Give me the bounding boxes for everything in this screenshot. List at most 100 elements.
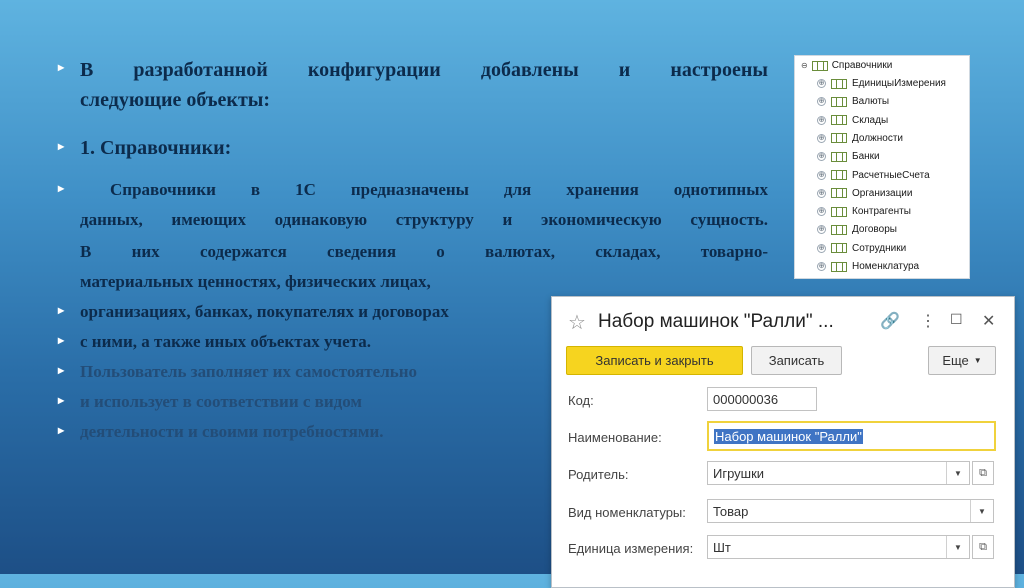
- kind-label: Вид номенклатуры:: [568, 505, 686, 520]
- table-icon: [831, 115, 847, 126]
- tree-root[interactable]: ⊖ Справочники: [801, 60, 892, 71]
- table-icon: [831, 188, 847, 199]
- more-button-label: Еще: [942, 353, 969, 368]
- code-label: Код:: [568, 393, 594, 408]
- tree-item-label: Сотрудники: [852, 242, 907, 254]
- name-field[interactable]: Набор машинок "Ралли": [707, 421, 996, 451]
- table-icon: [831, 170, 847, 180]
- tree-item-label: Договоры: [852, 224, 897, 236]
- expand-icon[interactable]: ⊕: [817, 243, 826, 253]
- tree-item[interactable]: ⊕ Контрагенты: [817, 206, 911, 217]
- table-icon: [831, 261, 847, 272]
- tree-item[interactable]: ⊕ Договоры: [817, 224, 897, 235]
- bullet-icon: ▸: [58, 423, 65, 437]
- text-line: Справочники в 1С предназначены для хране…: [110, 180, 768, 199]
- kind-select[interactable]: Товар ▼: [707, 499, 994, 523]
- text-line: материальных ценностях, физических лицах…: [80, 272, 431, 291]
- open-icon[interactable]: ⧉: [972, 461, 994, 485]
- tree-item[interactable]: ⊕ Валюты: [817, 96, 889, 107]
- text-line: организациях, банках, покупателях и дого…: [80, 302, 449, 321]
- table-icon: [831, 78, 847, 89]
- table-icon: [831, 96, 847, 107]
- tree-item-label: Должности: [852, 132, 904, 144]
- section-heading: 1. Справочники:: [80, 137, 232, 159]
- dropdown-icon[interactable]: ▼: [946, 536, 969, 558]
- tree-item[interactable]: ⊕ Организации: [817, 188, 912, 199]
- expand-icon[interactable]: ⊕: [817, 188, 826, 198]
- unit-label: Единица измерения:: [568, 541, 694, 556]
- expand-icon[interactable]: ⊕: [817, 207, 826, 217]
- tree-item-label: ЕдиницыИзмерения: [852, 78, 946, 89]
- tree-item-label: Номенклатура: [852, 261, 920, 272]
- bullet-icon: ▸: [58, 303, 65, 317]
- more-vertical-icon[interactable]: ⋮: [920, 311, 936, 331]
- maximize-icon[interactable]: ☐: [950, 311, 963, 328]
- expand-icon[interactable]: ⊕: [817, 262, 826, 271]
- table-icon: [831, 243, 847, 254]
- kind-value: Товар: [713, 503, 749, 519]
- open-icon[interactable]: ⧉: [972, 535, 994, 559]
- more-button[interactable]: Еще ▼: [928, 346, 996, 375]
- tree-item[interactable]: ⊕ Банки: [817, 151, 880, 162]
- bullet-icon: ▸: [58, 139, 65, 153]
- text-line: с ними, а также иных объектах учета.: [80, 332, 371, 351]
- save-button[interactable]: Записать: [751, 346, 842, 375]
- expand-icon[interactable]: ⊕: [817, 133, 826, 143]
- save-and-close-button[interactable]: Записать и закрыть: [566, 346, 743, 375]
- text-line: В разработанной конфигурации добавлены и…: [80, 59, 768, 81]
- code-field[interactable]: 000000036: [707, 387, 817, 411]
- tree-item[interactable]: ⊕ Должности: [817, 133, 903, 144]
- expand-icon[interactable]: ⊕: [817, 115, 826, 125]
- catalog-tree: ⊖ Справочники ⊕ ЕдиницыИзмерения ⊕ Валюты ⊕ С…: [794, 55, 970, 279]
- name-value: Набор машинок "Ралли": [714, 428, 863, 444]
- table-icon: [831, 206, 847, 217]
- bullet-icon: ▸: [58, 60, 65, 74]
- tree-item[interactable]: ⊕ РасчетныеСчета: [817, 170, 930, 181]
- tree-item-label: РасчетныеСчета: [852, 169, 930, 181]
- bullet-icon: ▸: [58, 393, 65, 407]
- bullet-icon: ▸: [58, 181, 65, 195]
- close-icon[interactable]: ✕: [982, 311, 995, 331]
- tree-item-label: Склады: [852, 114, 889, 126]
- collapse-icon[interactable]: ⊖: [801, 61, 808, 70]
- parent-label: Родитель:: [568, 467, 629, 482]
- parent-value: Игрушки: [713, 465, 765, 481]
- table-icon: [831, 151, 847, 162]
- form-title: Набор машинок "Ралли" ...: [598, 311, 834, 332]
- table-icon: [831, 133, 847, 144]
- expand-icon[interactable]: ⊕: [817, 79, 826, 88]
- expand-icon[interactable]: ⊕: [817, 225, 826, 235]
- text-line: деятельности и своими потребностями.: [80, 422, 384, 441]
- tree-item[interactable]: ⊕ ЕдиницыИзмерения: [817, 78, 946, 89]
- expand-icon[interactable]: ⊕: [817, 170, 826, 180]
- tree-item[interactable]: ⊕ Номенклатура: [817, 261, 919, 272]
- table-icon: [811, 60, 828, 71]
- tree-item-label: Организации: [852, 187, 913, 199]
- tree-root-label: Справочники: [831, 60, 893, 71]
- tree-item-label: Контрагенты: [852, 206, 911, 218]
- bullet-icon: ▸: [58, 363, 65, 377]
- code-value: 000000036: [713, 391, 779, 407]
- item-form-window: ☆ Набор машинок "Ралли" ... 🔗 ⋮ ☐ ✕ Запи…: [551, 296, 1015, 588]
- table-icon: [831, 224, 847, 235]
- star-icon[interactable]: ☆: [568, 310, 586, 335]
- bullet-icon: ▸: [58, 333, 65, 347]
- text-line: следующие объекты:: [80, 89, 271, 111]
- tree-item[interactable]: ⊕ Склады: [817, 115, 888, 126]
- dropdown-icon[interactable]: ▼: [970, 500, 993, 522]
- expand-icon[interactable]: ⊕: [817, 152, 826, 162]
- tree-item-label: Банки: [852, 151, 880, 163]
- text-line: и использует в соответствии с видом: [80, 392, 363, 411]
- text-line: В них содержатся сведения о валютах, скл…: [80, 242, 768, 261]
- parent-select[interactable]: Игрушки ▼: [707, 461, 970, 485]
- text-line: Пользователь заполняет их самостоятельно: [80, 362, 418, 381]
- tree-item-label: Валюты: [852, 96, 890, 108]
- name-label: Наименование:: [568, 430, 662, 445]
- dropdown-icon[interactable]: ▼: [946, 462, 969, 484]
- tree-item[interactable]: ⊕ Сотрудники: [817, 243, 906, 254]
- unit-select[interactable]: Шт ▼: [707, 535, 970, 559]
- expand-icon[interactable]: ⊕: [817, 97, 826, 107]
- link-icon[interactable]: 🔗: [880, 311, 900, 331]
- unit-value: Шт: [713, 539, 731, 555]
- text-line: данных, имеющих одинаковую структуру и э…: [80, 210, 768, 229]
